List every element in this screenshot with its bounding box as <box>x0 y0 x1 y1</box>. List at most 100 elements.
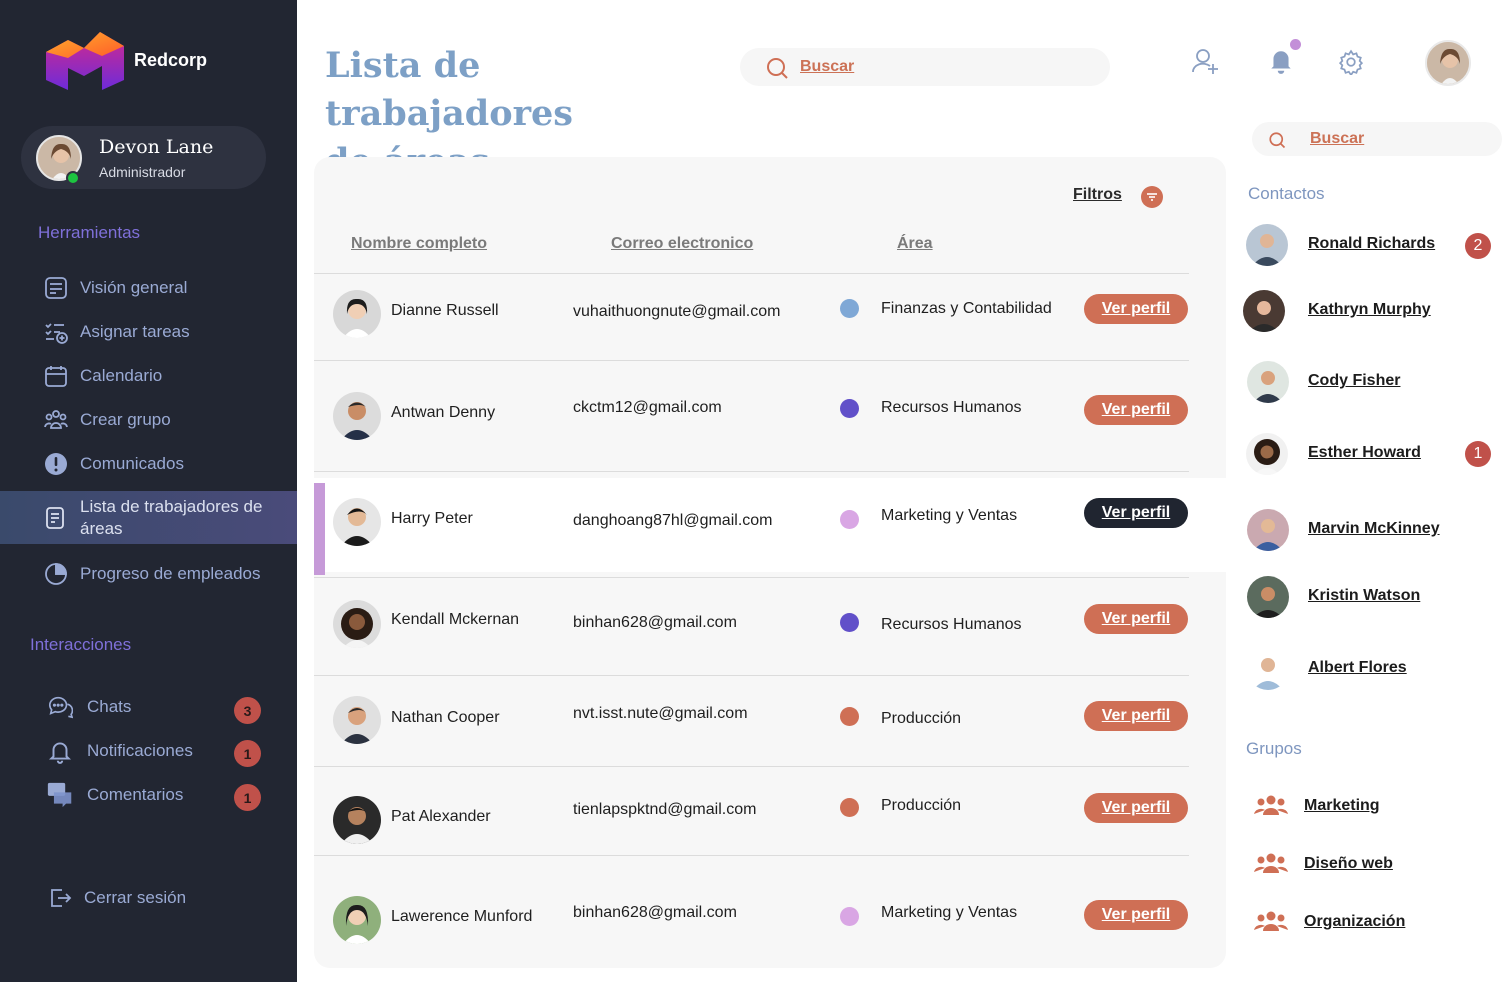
group-item[interactable]: Marketing <box>1254 792 1504 822</box>
nav-label: Progreso de empleados <box>80 564 261 583</box>
redcorp-logo-icon <box>46 32 124 90</box>
nav-lista-trabajadores[interactable]: Lista de trabajadores de áreas <box>0 491 297 544</box>
contact-item[interactable]: Kristin Watson <box>1244 576 1504 620</box>
nav-label: Comunicados <box>80 454 184 473</box>
exclamation-icon <box>43 451 69 477</box>
table-row[interactable]: Antwan Denny ckctm12@gmail.com Recursos … <box>314 361 1226 471</box>
table-row[interactable]: Kendall Mckernan binhan628@gmail.com Rec… <box>314 578 1226 674</box>
view-profile-button[interactable]: Ver perfil <box>1084 498 1188 528</box>
table-row[interactable]: Nathan Cooper nvt.isst.nute@gmail.com Pr… <box>314 676 1226 766</box>
contact-item[interactable]: Kathryn Murphy <box>1243 290 1504 334</box>
employee-name: Dianne Russell <box>391 302 499 319</box>
table-row-selected[interactable]: Harry Peter danghoang87hl@gmail.com Mark… <box>314 478 1226 575</box>
avatar <box>1246 224 1288 266</box>
contact-name: Esther Howard <box>1308 444 1421 461</box>
nav-asignar-tareas[interactable]: Asignar tareas <box>0 318 297 346</box>
divider <box>314 471 1189 472</box>
group-item[interactable]: Diseño web <box>1254 850 1504 880</box>
list-icon <box>43 505 69 531</box>
group-icon <box>1254 910 1288 937</box>
table-row[interactable]: Dianne Russell vuhaithuongnute@gmail.com… <box>314 274 1226 360</box>
dashboard-icon <box>43 275 69 301</box>
column-header-email[interactable]: Correo electronico <box>611 235 753 253</box>
brand-logo[interactable]: Redcorp <box>44 30 207 90</box>
avatar <box>333 896 381 944</box>
area-color-dot <box>840 510 859 529</box>
employee-area: Recursos Humanos <box>881 399 1022 416</box>
user-search-icon[interactable] <box>1191 46 1221 81</box>
employee-name: Nathan Cooper <box>391 709 500 726</box>
avatar <box>1243 290 1285 332</box>
group-item[interactable]: Organización <box>1254 908 1504 938</box>
filter-icon[interactable] <box>1141 186 1163 208</box>
nav-label: Chats <box>87 697 132 716</box>
avatar <box>333 392 381 440</box>
employee-email: tienlapspktnd@gmail.com <box>573 801 757 818</box>
search-icon <box>1268 131 1286 154</box>
table-row[interactable]: Lawerence Munford binhan628@gmail.com Ma… <box>314 856 1226 964</box>
employee-area: Marketing y Ventas <box>881 904 1018 921</box>
contact-item[interactable]: Ronald Richards 2 <box>1244 224 1504 268</box>
search-icon <box>765 56 789 85</box>
view-profile-button[interactable]: Ver perfil <box>1084 900 1188 930</box>
nav-calendario[interactable]: Calendario <box>0 362 297 390</box>
area-color-dot <box>840 399 859 418</box>
column-header-name[interactable]: Nombre completo <box>351 235 487 253</box>
avatar <box>1247 576 1289 618</box>
contact-unread-badge: 1 <box>1465 441 1491 467</box>
user-name: Devon Lane <box>99 136 214 158</box>
search-placeholder: Buscar <box>1310 130 1365 147</box>
contact-name: Albert Flores <box>1308 659 1407 676</box>
online-status-dot <box>66 171 80 185</box>
column-header-area[interactable]: Área <box>897 235 933 253</box>
nav-progreso-empleados[interactable]: Progreso de empleados <box>0 560 297 588</box>
nav-label: Lista de trabajadores de áreas <box>80 496 263 538</box>
comments-badge: 1 <box>234 784 261 811</box>
group-name: Organización <box>1304 913 1406 930</box>
employee-name: Antwan Denny <box>391 404 496 421</box>
nav-vision-general[interactable]: Visión general <box>0 274 297 302</box>
view-profile-button[interactable]: Ver perfil <box>1084 701 1188 731</box>
employee-email: binhan628@gmail.com <box>573 614 737 631</box>
gear-icon[interactable] <box>1338 49 1364 80</box>
bell-icon[interactable] <box>1268 47 1294 80</box>
nav-label: Crear grupo <box>80 410 171 429</box>
brand-name: Redcorp <box>134 49 208 70</box>
comments-icon <box>47 782 73 808</box>
table-row[interactable]: Pat Alexander tienlapspktnd@gmail.com Pr… <box>314 767 1226 855</box>
logout-button[interactable]: Cerrar sesión <box>0 884 297 912</box>
view-profile-button[interactable]: Ver perfil <box>1084 294 1188 324</box>
contact-item[interactable]: Esther Howard 1 <box>1244 433 1504 477</box>
contact-name: Marvin McKinney <box>1308 520 1440 537</box>
calendar-icon <box>43 363 69 389</box>
filters-button[interactable]: Filtros <box>1073 186 1122 204</box>
employee-name: Kendall Mckernan <box>391 611 520 628</box>
contact-item[interactable]: Cody Fisher <box>1244 361 1504 405</box>
contact-item[interactable]: Marvin McKinney <box>1244 509 1504 553</box>
view-profile-button[interactable]: Ver perfil <box>1084 395 1188 425</box>
view-profile-button[interactable]: Ver perfil <box>1084 793 1188 823</box>
employee-area: Marketing y Ventas <box>881 507 1018 524</box>
avatar[interactable] <box>1425 40 1471 86</box>
search-input[interactable]: Buscar <box>740 48 1110 86</box>
user-card[interactable]: Devon Lane Administrador <box>21 126 266 189</box>
employee-email: nvt.isst.nute@gmail.com <box>573 705 748 722</box>
avatar <box>1247 509 1289 551</box>
bell-icon <box>47 738 73 764</box>
nav-label: Comentarios <box>87 785 184 804</box>
nav-comunicados[interactable]: Comunicados <box>0 450 297 478</box>
tools-section-title: Herramientas <box>38 223 141 242</box>
view-profile-button[interactable]: Ver perfil <box>1084 604 1188 634</box>
group-icon <box>43 407 69 433</box>
nav-label: Calendario <box>80 366 163 385</box>
interactions-section-title: Interacciones <box>30 635 132 654</box>
employee-email: vuhaithuongnute@gmail.com <box>573 303 781 320</box>
nav-crear-grupo[interactable]: Crear grupo <box>0 406 297 434</box>
area-color-dot <box>840 613 859 632</box>
group-name: Marketing <box>1304 797 1380 814</box>
group-icon <box>1254 794 1288 821</box>
avatar <box>1247 648 1289 690</box>
area-color-dot <box>840 907 859 926</box>
contacts-search-input[interactable]: Buscar <box>1252 122 1502 156</box>
contact-item[interactable]: Albert Flores <box>1244 648 1504 692</box>
